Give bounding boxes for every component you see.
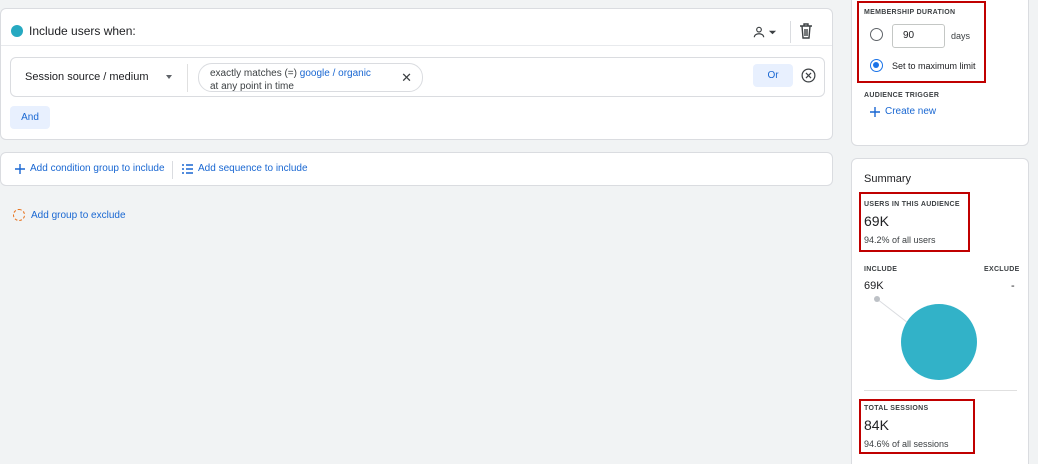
header-divider (790, 21, 791, 43)
group-color-dot (11, 25, 23, 37)
exclude-label: EXCLUDE (984, 266, 1020, 273)
summary-divider (864, 390, 1017, 391)
add-condition-group-button[interactable]: Add condition group to include (15, 163, 165, 174)
add-exclude-group-label: Add group to exclude (31, 209, 126, 221)
plus-icon (15, 163, 25, 174)
dimension-select[interactable]: Session source / medium (25, 71, 149, 83)
max-limit-radio[interactable] (870, 59, 883, 72)
condition-operator: exactly matches (=) (210, 68, 297, 79)
summary-title: Summary (864, 173, 912, 185)
create-new-label: Create new (885, 106, 937, 117)
close-circle-icon (801, 68, 816, 83)
days-unit-label: days (951, 31, 971, 41)
caret-down-icon (768, 30, 777, 34)
trash-icon (800, 23, 812, 39)
dimension-dropdown-arrow[interactable] (166, 75, 172, 79)
users-percent: 94.2% of all users (864, 235, 936, 245)
total-sessions-label: TOTAL SESSIONS (864, 405, 929, 412)
or-button[interactable]: Or (753, 64, 793, 87)
days-radio[interactable] (870, 28, 883, 41)
condition-chip[interactable]: exactly matches (=) google / organic at … (198, 63, 423, 92)
add-sequence-label: Add sequence to include (198, 163, 308, 174)
max-limit-label: Set to maximum limit (892, 61, 976, 71)
sessions-count: 84K (864, 417, 889, 433)
add-include-card: Add condition group to include Add seque… (0, 152, 833, 186)
add-exclude-group-button[interactable]: Add group to exclude (13, 209, 126, 221)
create-trigger-button[interactable]: Create new (870, 106, 936, 117)
condition-row: Session source / medium exactly matches … (10, 57, 825, 97)
audience-trigger-label: AUDIENCE TRIGGER (864, 92, 940, 99)
include-group-card: Include users when: Session source / med… (0, 8, 833, 140)
scope-selector-button[interactable] (752, 23, 782, 41)
audience-venn-diagram (874, 296, 977, 380)
list-icon (182, 163, 193, 174)
plus-icon (870, 106, 880, 117)
include-circle (901, 304, 977, 380)
sessions-percent: 94.6% of all sessions (864, 439, 949, 449)
include-label: INCLUDE (864, 266, 898, 273)
add-actions-divider (172, 161, 173, 179)
condition-divider (187, 64, 188, 92)
users-count: 69K (864, 213, 889, 229)
condition-scope: at any point in time (210, 81, 294, 92)
remove-condition-button[interactable] (801, 68, 816, 83)
users-in-audience-label: USERS IN THIS AUDIENCE (864, 201, 960, 208)
membership-duration-label: MEMBERSHIP DURATION (864, 9, 956, 16)
and-button[interactable]: And (10, 106, 50, 129)
delete-group-button[interactable] (799, 23, 815, 41)
add-condition-group-label: Add condition group to include (30, 163, 165, 174)
days-input[interactable]: 90 (892, 24, 945, 48)
dashed-circle-icon (13, 209, 25, 221)
condition-value: google / organic (299, 68, 371, 79)
include-group-title: Include users when: (29, 24, 136, 38)
person-icon (753, 26, 765, 38)
condition-chip-line1: exactly matches (=) google / organic (210, 68, 371, 79)
clear-condition-icon[interactable]: ✕ (401, 71, 412, 84)
venn-pointer-dot (874, 296, 880, 302)
include-group-header: Include users when: (1, 9, 832, 46)
add-sequence-button[interactable]: Add sequence to include (182, 163, 308, 174)
